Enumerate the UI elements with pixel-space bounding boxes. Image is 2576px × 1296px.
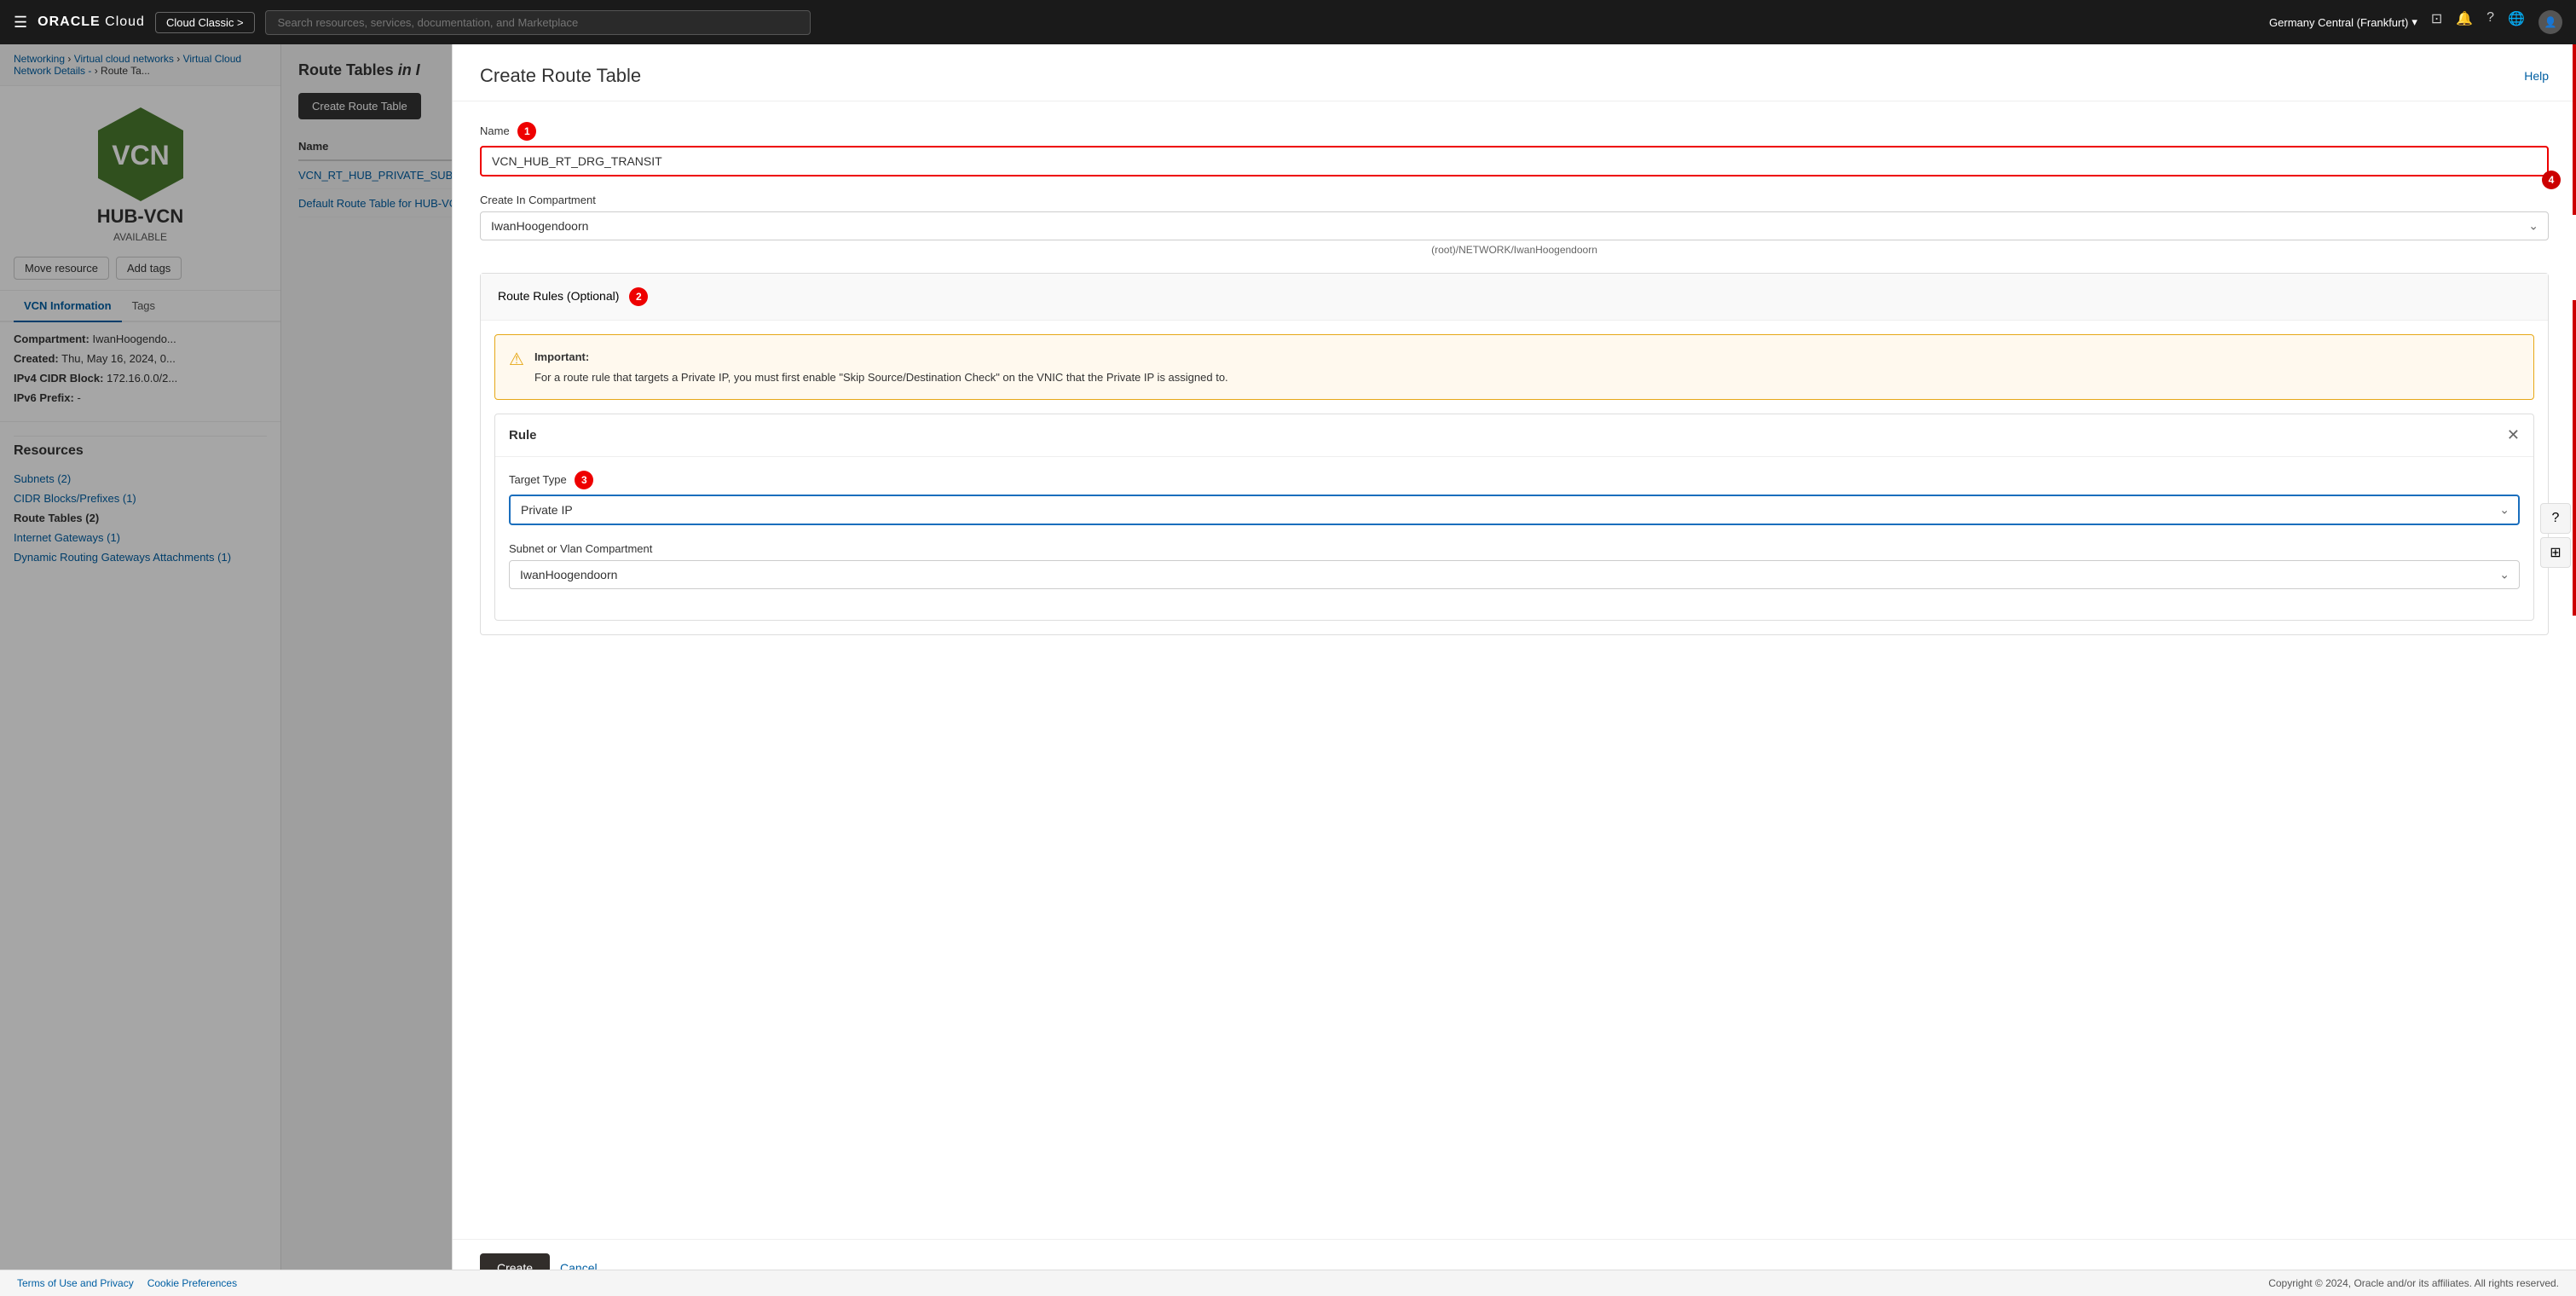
create-route-table-panel: 4 Create Route Table Help Name 1 Create … (452, 44, 2576, 1296)
oracle-logo: ORACLE Cloud (38, 14, 145, 30)
target-type-label: Target Type 3 (509, 471, 2520, 489)
compartment-form-group: Create In Compartment IwanHoogendoorn (r… (480, 194, 2549, 256)
compartment-path: (root)/NETWORK/IwanHoogendoorn (480, 244, 2549, 256)
route-rules-header: Route Rules (Optional) 2 (481, 274, 2548, 321)
step-badge-4: 4 (2542, 171, 2561, 189)
scroll-marker-4 (2573, 44, 2576, 215)
scroll-marker-2 (2573, 300, 2576, 616)
subnet-compartment-select-wrapper: IwanHoogendoorn (509, 560, 2520, 589)
compartment-select[interactable]: IwanHoogendoorn (480, 211, 2549, 240)
bottom-bar: Terms of Use and Privacy Cookie Preferen… (0, 1270, 2576, 1296)
region-selector[interactable]: Germany Central (Frankfurt) ▾ (2269, 15, 2417, 29)
name-label: Name 1 (480, 122, 2549, 141)
region-label: Germany Central (Frankfurt) (2269, 16, 2408, 29)
help-icon-panel: ? ⊞ (2540, 503, 2571, 568)
close-rule-button[interactable]: ✕ (2507, 426, 2520, 444)
copyright-text: Copyright © 2024, Oracle and/or its affi… (2268, 1277, 2559, 1289)
subnet-compartment-label: Subnet or Vlan Compartment (509, 542, 2520, 555)
bell-icon[interactable]: 🔔 (2456, 10, 2473, 34)
nav-right: Germany Central (Frankfurt) ▾ ⊡ 🔔 ? 🌐 👤 (2269, 10, 2562, 34)
rule-title: Rule (509, 428, 537, 443)
terms-link[interactable]: Terms of Use and Privacy (17, 1277, 134, 1289)
warning-icon: ⚠ (509, 349, 524, 385)
step-badge-1: 1 (517, 122, 536, 141)
bottom-links: Terms of Use and Privacy Cookie Preferen… (17, 1277, 237, 1289)
name-input[interactable] (480, 146, 2549, 176)
target-type-select[interactable]: Private IP (509, 495, 2520, 525)
help-icon[interactable]: ? (2486, 10, 2494, 34)
help-panel-button[interactable]: ? (2540, 503, 2571, 534)
subnet-compartment-group: Subnet or Vlan Compartment IwanHoogendoo… (509, 542, 2520, 589)
chevron-down-icon: ▾ (2411, 15, 2417, 29)
rule-card-body: Target Type 3 Private IP Subnet or Vlan … (495, 457, 2533, 620)
step-badge-2: 2 (629, 287, 648, 306)
important-text: Important: For a route rule that targets… (534, 349, 1228, 385)
rule-card-header: Rule ✕ (495, 414, 2533, 457)
target-type-group: Target Type 3 Private IP (509, 471, 2520, 525)
cookies-link[interactable]: Cookie Preferences (147, 1277, 237, 1289)
subnet-compartment-select[interactable]: IwanHoogendoorn (509, 560, 2520, 589)
globe-icon[interactable]: 🌐 (2508, 10, 2525, 34)
important-body: For a route rule that targets a Private … (534, 371, 1228, 384)
panel-header: Create Route Table Help (453, 44, 2576, 101)
target-type-select-wrapper: Private IP (509, 495, 2520, 525)
cloud-classic-button[interactable]: Cloud Classic > (155, 12, 255, 33)
grid-icon-button[interactable]: ⊞ (2540, 537, 2571, 568)
top-navigation: ☰ ORACLE Cloud Cloud Classic > Germany C… (0, 0, 2576, 44)
route-rules-section: Route Rules (Optional) 2 ⚠ Important: Fo… (480, 273, 2549, 635)
step-badge-3: 3 (575, 471, 593, 489)
compartment-select-wrapper: IwanHoogendoorn (480, 211, 2549, 240)
panel-body: Name 1 Create In Compartment IwanHoogend… (453, 101, 2576, 1239)
nav-icons: ⊡ 🔔 ? 🌐 👤 (2431, 10, 2562, 34)
important-box: ⚠ Important: For a route rule that targe… (494, 334, 2534, 400)
compartment-label: Create In Compartment (480, 194, 2549, 206)
console-icon[interactable]: ⊡ (2431, 10, 2442, 34)
important-title: Important: (534, 349, 1228, 366)
help-link[interactable]: Help (2524, 69, 2549, 83)
name-form-group: Name 1 (480, 122, 2549, 176)
avatar[interactable]: 👤 (2538, 10, 2562, 34)
route-rules-title: Route Rules (Optional) (498, 289, 619, 303)
panel-title: Create Route Table (480, 65, 641, 87)
hamburger-menu-icon[interactable]: ☰ (14, 14, 27, 32)
rule-card: Rule ✕ Target Type 3 Private IP (494, 414, 2534, 621)
search-input[interactable] (265, 10, 811, 35)
